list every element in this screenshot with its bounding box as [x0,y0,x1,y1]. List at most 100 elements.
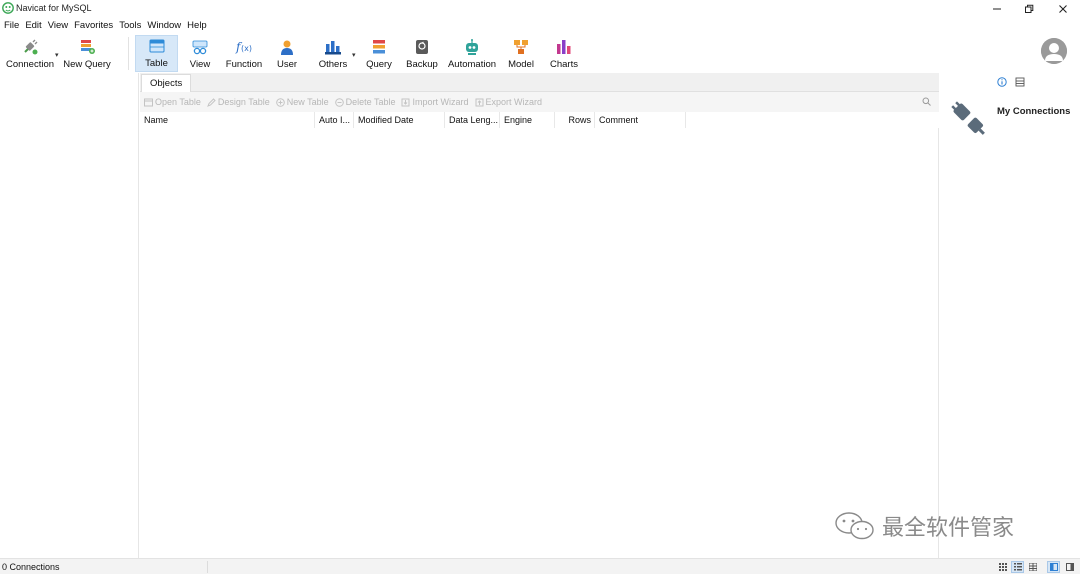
grid-view-button[interactable] [996,561,1009,573]
user-avatar[interactable] [1041,38,1067,64]
menu-bar: File Edit View Favorites Tools Window He… [0,17,1080,34]
view-button[interactable]: View [182,35,218,72]
function-button[interactable]: f (x) Function [222,35,266,72]
backup-button[interactable]: Backup [404,35,440,72]
user-icon [281,40,293,55]
plug-icon [951,101,985,135]
query-label: Query [366,59,392,70]
watermark: 最全软件管家 [834,508,1054,544]
detail-view-button[interactable] [1026,561,1039,573]
others-button[interactable]: Others [314,35,352,72]
status-divider [207,561,208,573]
info-panel: My Connections [940,73,1080,558]
backup-label: Backup [406,59,438,70]
column-header-name[interactable]: Name [140,112,315,128]
connection-tree-panel[interactable] [0,73,139,558]
plus-circle-icon [275,97,285,107]
query-button[interactable]: Query [362,35,396,72]
new-table-button[interactable]: New Table [275,97,329,107]
new-table-label: New Table [286,97,329,107]
wechat-logo-icon [835,512,874,540]
list-view-icon [1013,563,1022,571]
restore-button[interactable] [1012,0,1046,17]
user-button[interactable]: User [270,35,304,72]
function-label: Function [225,59,263,70]
list-view-button[interactable] [1011,561,1024,573]
charts-label: Charts [550,59,578,70]
ddl-view-icon[interactable] [1015,77,1025,87]
close-icon [1059,4,1067,13]
column-header-data-length[interactable]: Data Leng... [445,112,500,128]
column-header-rows[interactable]: Rows [555,112,595,128]
left-pane-icon [1049,563,1058,571]
column-header-comment[interactable]: Comment [595,112,686,128]
others-icon [325,41,341,55]
table-button[interactable]: Table [135,35,178,72]
status-bar: 0 Connections [0,558,1080,574]
user-label: User [276,59,298,70]
export-icon [475,98,483,106]
grid-view-icon [998,563,1007,571]
column-header-modified-date[interactable]: Modified Date [354,112,445,128]
pencil-icon [206,97,216,107]
menu-window[interactable]: Window [147,20,181,31]
right-pane-icon [1065,563,1074,571]
others-dropdown-icon[interactable]: ▾ [352,51,356,59]
minimize-icon [993,8,1001,9]
object-action-bar: Open Table Design Table New Table Delete… [140,92,939,112]
charts-button[interactable]: Charts [547,35,581,72]
column-header-auto-increment[interactable]: Auto I... [315,112,354,128]
menu-edit[interactable]: Edit [25,20,41,31]
menu-help[interactable]: Help [187,20,207,31]
toggle-right-pane-button[interactable] [1063,561,1076,573]
detail-view-icon [1028,563,1037,571]
connection-label: Connection [5,59,55,70]
minus-circle-icon [334,97,344,107]
close-button[interactable] [1046,0,1080,17]
others-label: Others [318,59,348,70]
title-bar: Navicat for MySQL [0,0,1080,17]
automation-button[interactable]: Automation [446,35,498,72]
import-wizard-button[interactable]: Import Wizard [401,97,469,107]
backup-icon [416,40,428,54]
toolbar-separator [128,37,129,70]
automation-robot-icon [466,39,478,55]
export-wizard-button[interactable]: Export Wizard [475,97,543,107]
objects-grid-header: Name Auto I... Modified Date Data Leng..… [140,112,939,128]
query-icon [373,40,385,54]
restore-icon [1025,4,1034,13]
minimize-button[interactable] [980,0,1014,17]
menu-favorites[interactable]: Favorites [74,20,113,31]
model-button[interactable]: Model [503,35,539,72]
main-toolbar: Connection ▾ New Query Table View f (x) … [0,34,1080,73]
menu-file[interactable]: File [4,20,19,31]
search-icon[interactable] [922,97,931,106]
menu-tools[interactable]: Tools [119,20,141,31]
info-icon[interactable] [997,77,1007,87]
model-label: Model [508,59,534,70]
view-label: View [189,59,211,70]
connection-plug-icon [24,39,38,55]
svg-text:(x): (x) [241,44,252,53]
menu-view[interactable]: View [48,20,68,31]
function-fx-icon: f (x) [235,40,252,54]
connection-dropdown-icon[interactable]: ▾ [55,51,59,59]
new-query-button[interactable]: New Query [62,35,112,72]
delete-table-label: Delete Table [345,97,396,107]
table-icon [149,39,164,53]
toggle-left-pane-button[interactable] [1047,561,1060,573]
tab-objects[interactable]: Objects [141,74,192,92]
objects-panel: Objects Open Table Design Table New Tabl… [140,73,939,558]
watermark-text: 最全软件管家 [882,516,1015,541]
connection-button[interactable]: Connection [4,35,56,72]
open-table-button[interactable]: Open Table [144,97,201,107]
open-table-label: Open Table [155,97,201,107]
design-table-label: Design Table [217,97,270,107]
delete-table-button[interactable]: Delete Table [334,97,396,107]
model-icon [514,40,528,54]
design-table-button[interactable]: Design Table [206,97,270,107]
open-table-icon [144,98,153,106]
column-header-engine[interactable]: Engine [500,112,555,128]
import-wizard-label: Import Wizard [412,97,469,107]
export-wizard-label: Export Wizard [485,97,543,107]
